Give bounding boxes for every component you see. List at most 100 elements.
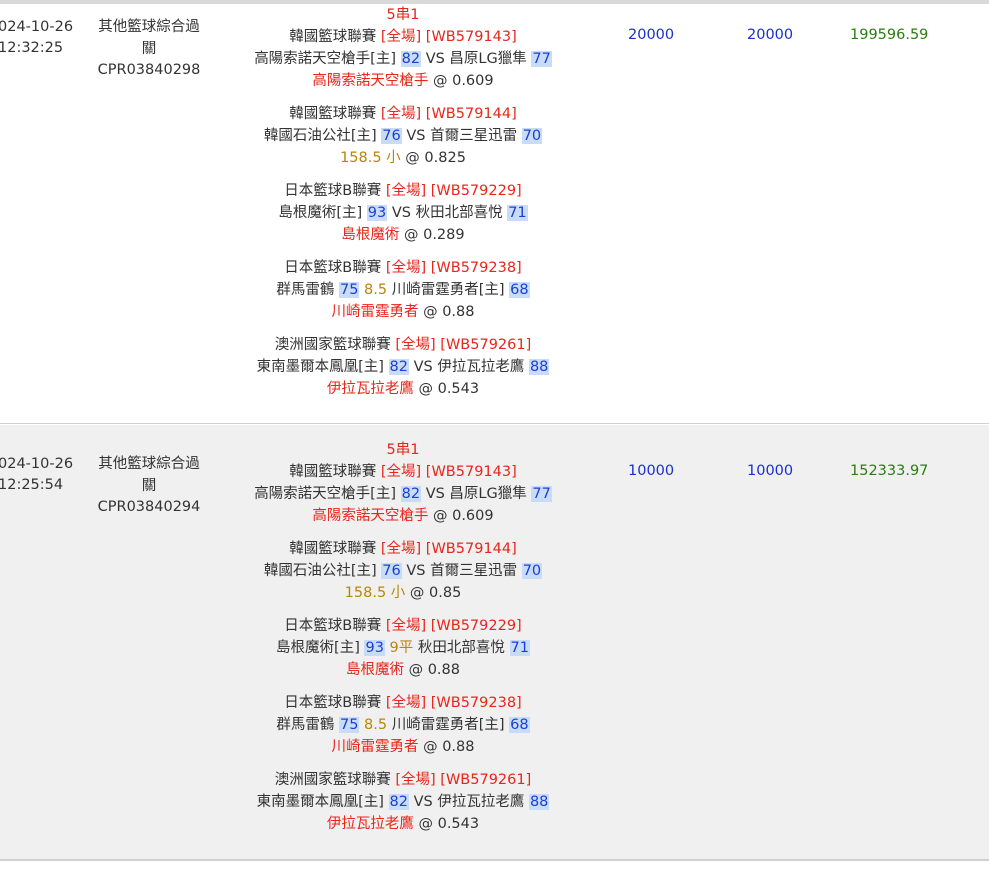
leg-pick-line: 島根魔術 @ 0.289 — [248, 224, 558, 246]
odds: 0.543 — [437, 816, 480, 832]
leg-match-line: 韓國石油公社[主] 76 VS 首爾三星迅雷 70 — [248, 125, 558, 147]
event-code: [WB579144] — [425, 106, 517, 122]
away-score: 77 — [531, 51, 552, 67]
away-team: 秋田北部喜悅 — [415, 205, 503, 221]
pick: 島根魔術 — [341, 227, 400, 243]
parlay-type: 5串1 — [386, 442, 420, 458]
home-score: 82 — [388, 359, 409, 375]
home-team: 島根魔術[主] — [276, 640, 360, 656]
leg-league-line: 澳洲國家籃球聯賽 [全場] [WB579261] — [248, 334, 558, 356]
bet-type-line2: 關 — [141, 40, 157, 57]
league-name: 韓國籃球聯賽 — [289, 106, 377, 122]
home-score: 82 — [400, 486, 422, 502]
odds: 0.289 — [423, 227, 465, 243]
away-score: 70 — [521, 563, 543, 579]
bet-date: 024-10-26 — [0, 19, 74, 35]
home-team: 島根魔術[主] — [278, 205, 363, 221]
leg-match-line: 群馬雷鶴 75 8.5 川崎雷霆勇者[主] 68 — [248, 279, 558, 301]
bet-type-line1: 其他籃球綜合過 — [98, 456, 200, 472]
period: [全場] — [395, 337, 436, 353]
event-code: [WB579238] — [430, 695, 522, 711]
handicap: 9平 — [389, 640, 414, 656]
bet-leg: 韓國籃球聯賽 [全場] [WB579144] 韓國石油公社[主] 76 VS 首… — [248, 538, 558, 604]
home-score: 82 — [400, 51, 422, 67]
away-team: 昌原LG獵隼 — [449, 51, 527, 67]
valid-amount: 20000 — [747, 27, 794, 43]
pick: 158.5 小 — [340, 150, 401, 166]
at-sign: @ — [423, 739, 438, 755]
leg-pick-line: 高陽索諾天空槍手 @ 0.609 — [248, 70, 558, 92]
away-team: 川崎雷霆勇者[主] — [391, 717, 505, 733]
away-team: 川崎雷霆勇者[主] — [391, 282, 505, 298]
leg-pick-line: 高陽索諾天空槍手 @ 0.609 — [248, 505, 558, 527]
home-score: 75 — [338, 282, 360, 298]
leg-league-line: 韓國籃球聯賽 [全場] [WB579144] — [248, 538, 558, 560]
leg-league-line: 日本籃球B聯賽 [全場] [WB579238] — [248, 692, 558, 714]
bet-time: 12:25:54 — [0, 477, 64, 493]
bet-datetime: 024-10-26 12:32:25 — [0, 17, 73, 59]
away-team: 首爾三星迅雷 — [430, 128, 518, 144]
leg-pick-line: 158.5 小 @ 0.85 — [248, 582, 558, 604]
league-name: 日本籃球B聯賽 — [284, 618, 382, 634]
away-team: 伊拉瓦拉老鷹 — [437, 359, 525, 375]
period: [全場] — [385, 618, 427, 634]
order-id: CPR03840298 — [97, 62, 201, 78]
leg-match-line: 東南墨爾本鳳凰[主] 82 VS 伊拉瓦拉老鷹 88 — [248, 791, 558, 813]
table-row: 024-10-26 12:32:25 其他籃球綜合過 關 CPR03840298… — [0, 4, 989, 424]
event-code: [WB579143] — [425, 29, 517, 45]
match-separator: VS — [425, 51, 445, 67]
period: [全場] — [385, 183, 427, 199]
bet-leg: 日本籃球B聯賽 [全場] [WB579229] 島根魔術[主] 93 VS 秋田… — [248, 180, 558, 246]
leg-match-line: 高陽索諾天空槍手[主] 82 VS 昌原LG獵隼 77 — [248, 483, 558, 505]
odds: 0.88 — [442, 304, 475, 320]
bet-datetime: 024-10-26 12:25:54 — [0, 454, 73, 496]
stake-amount: 10000 — [628, 463, 675, 479]
home-team: 韓國石油公社[主] — [263, 128, 377, 144]
bet-type-line2: 關 — [141, 477, 157, 494]
table-row: 024-10-26 12:25:54 其他籃球綜合過 關 CPR03840294… — [0, 425, 989, 861]
period: [全場] — [395, 772, 436, 788]
bet-leg: 韓國籃球聯賽 [全場] [WB579143] 高陽索諾天空槍手[主] 82 VS… — [248, 461, 558, 527]
at-sign: @ — [418, 381, 433, 397]
bet-date: 024-10-26 — [0, 456, 74, 472]
odds: 0.609 — [452, 73, 494, 89]
home-score: 76 — [381, 563, 402, 579]
bet-time: 12:32:25 — [0, 40, 64, 56]
bet-details: 5串1 韓國籃球聯賽 [全場] [WB579143] 高陽索諾天空槍手[主] 8… — [248, 439, 558, 846]
league-name: 韓國籃球聯賽 — [289, 464, 377, 480]
odds: 0.88 — [442, 739, 475, 755]
away-score: 88 — [528, 359, 550, 375]
away-team: 伊拉瓦拉老鷹 — [437, 794, 525, 810]
away-score: 77 — [531, 486, 552, 502]
period: [全場] — [385, 695, 427, 711]
leg-league-line: 澳洲國家籃球聯賽 [全場] [WB579261] — [248, 769, 558, 791]
pick: 伊拉瓦拉老鷹 — [326, 381, 414, 397]
valid-amount: 10000 — [747, 463, 794, 479]
pick: 158.5 小 — [344, 585, 406, 601]
pick: 高陽索諾天空槍手 — [312, 73, 429, 89]
home-team: 東南墨爾本鳳凰[主] — [256, 359, 384, 375]
leg-match-line: 島根魔術[主] 93 VS 秋田北部喜悅 71 — [248, 202, 558, 224]
period: [全場] — [385, 260, 427, 276]
leg-pick-line: 川崎雷霆勇者 @ 0.88 — [248, 736, 558, 758]
pick: 川崎雷霆勇者 — [331, 304, 419, 320]
leg-pick-line: 伊拉瓦拉老鷹 @ 0.543 — [248, 378, 558, 400]
leg-match-line: 島根魔術[主] 93 9平 秋田北部喜悅 71 — [248, 637, 558, 659]
leg-match-line: 東南墨爾本鳳凰[主] 82 VS 伊拉瓦拉老鷹 88 — [248, 356, 558, 378]
win-amount: 199596.59 — [850, 27, 929, 43]
period: [全場] — [380, 464, 422, 480]
match-separator: VS — [425, 486, 445, 502]
leg-match-line: 群馬雷鶴 75 8.5 川崎雷霆勇者[主] 68 — [248, 714, 558, 736]
at-sign: @ — [432, 73, 448, 89]
odds: 0.543 — [437, 381, 480, 397]
leg-league-line: 韓國籃球聯賽 [全場] [WB579143] — [248, 461, 558, 483]
leg-league-line: 韓國籃球聯賽 [全場] [WB579144] — [248, 103, 558, 125]
bet-leg: 澳洲國家籃球聯賽 [全場] [WB579261] 東南墨爾本鳳凰[主] 82 V… — [248, 769, 558, 835]
leg-match-line: 韓國石油公社[主] 76 VS 首爾三星迅雷 70 — [248, 560, 558, 582]
leg-league-line: 日本籃球B聯賽 [全場] [WB579229] — [248, 615, 558, 637]
leg-pick-line: 158.5 小 @ 0.825 — [248, 147, 558, 169]
away-score: 71 — [507, 205, 528, 221]
league-name: 日本籃球B聯賽 — [284, 183, 382, 199]
event-code: [WB579261] — [440, 772, 532, 788]
leg-league-line: 日本籃球B聯賽 [全場] [WB579229] — [248, 180, 558, 202]
